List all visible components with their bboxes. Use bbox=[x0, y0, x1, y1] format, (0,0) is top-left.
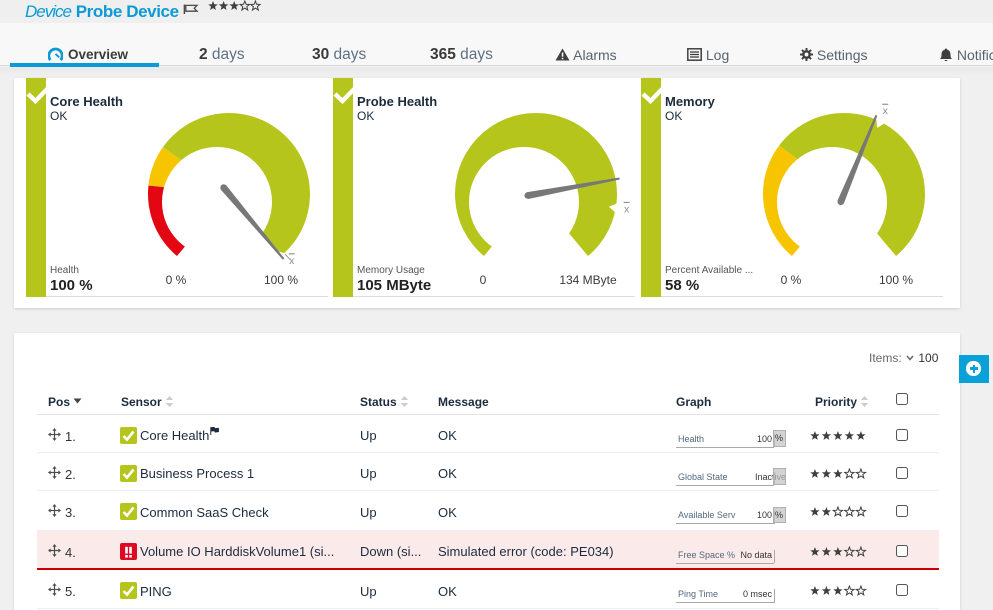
svg-text:x: x bbox=[289, 255, 295, 267]
svg-text:x: x bbox=[883, 105, 889, 117]
svg-text:x: x bbox=[624, 203, 630, 215]
